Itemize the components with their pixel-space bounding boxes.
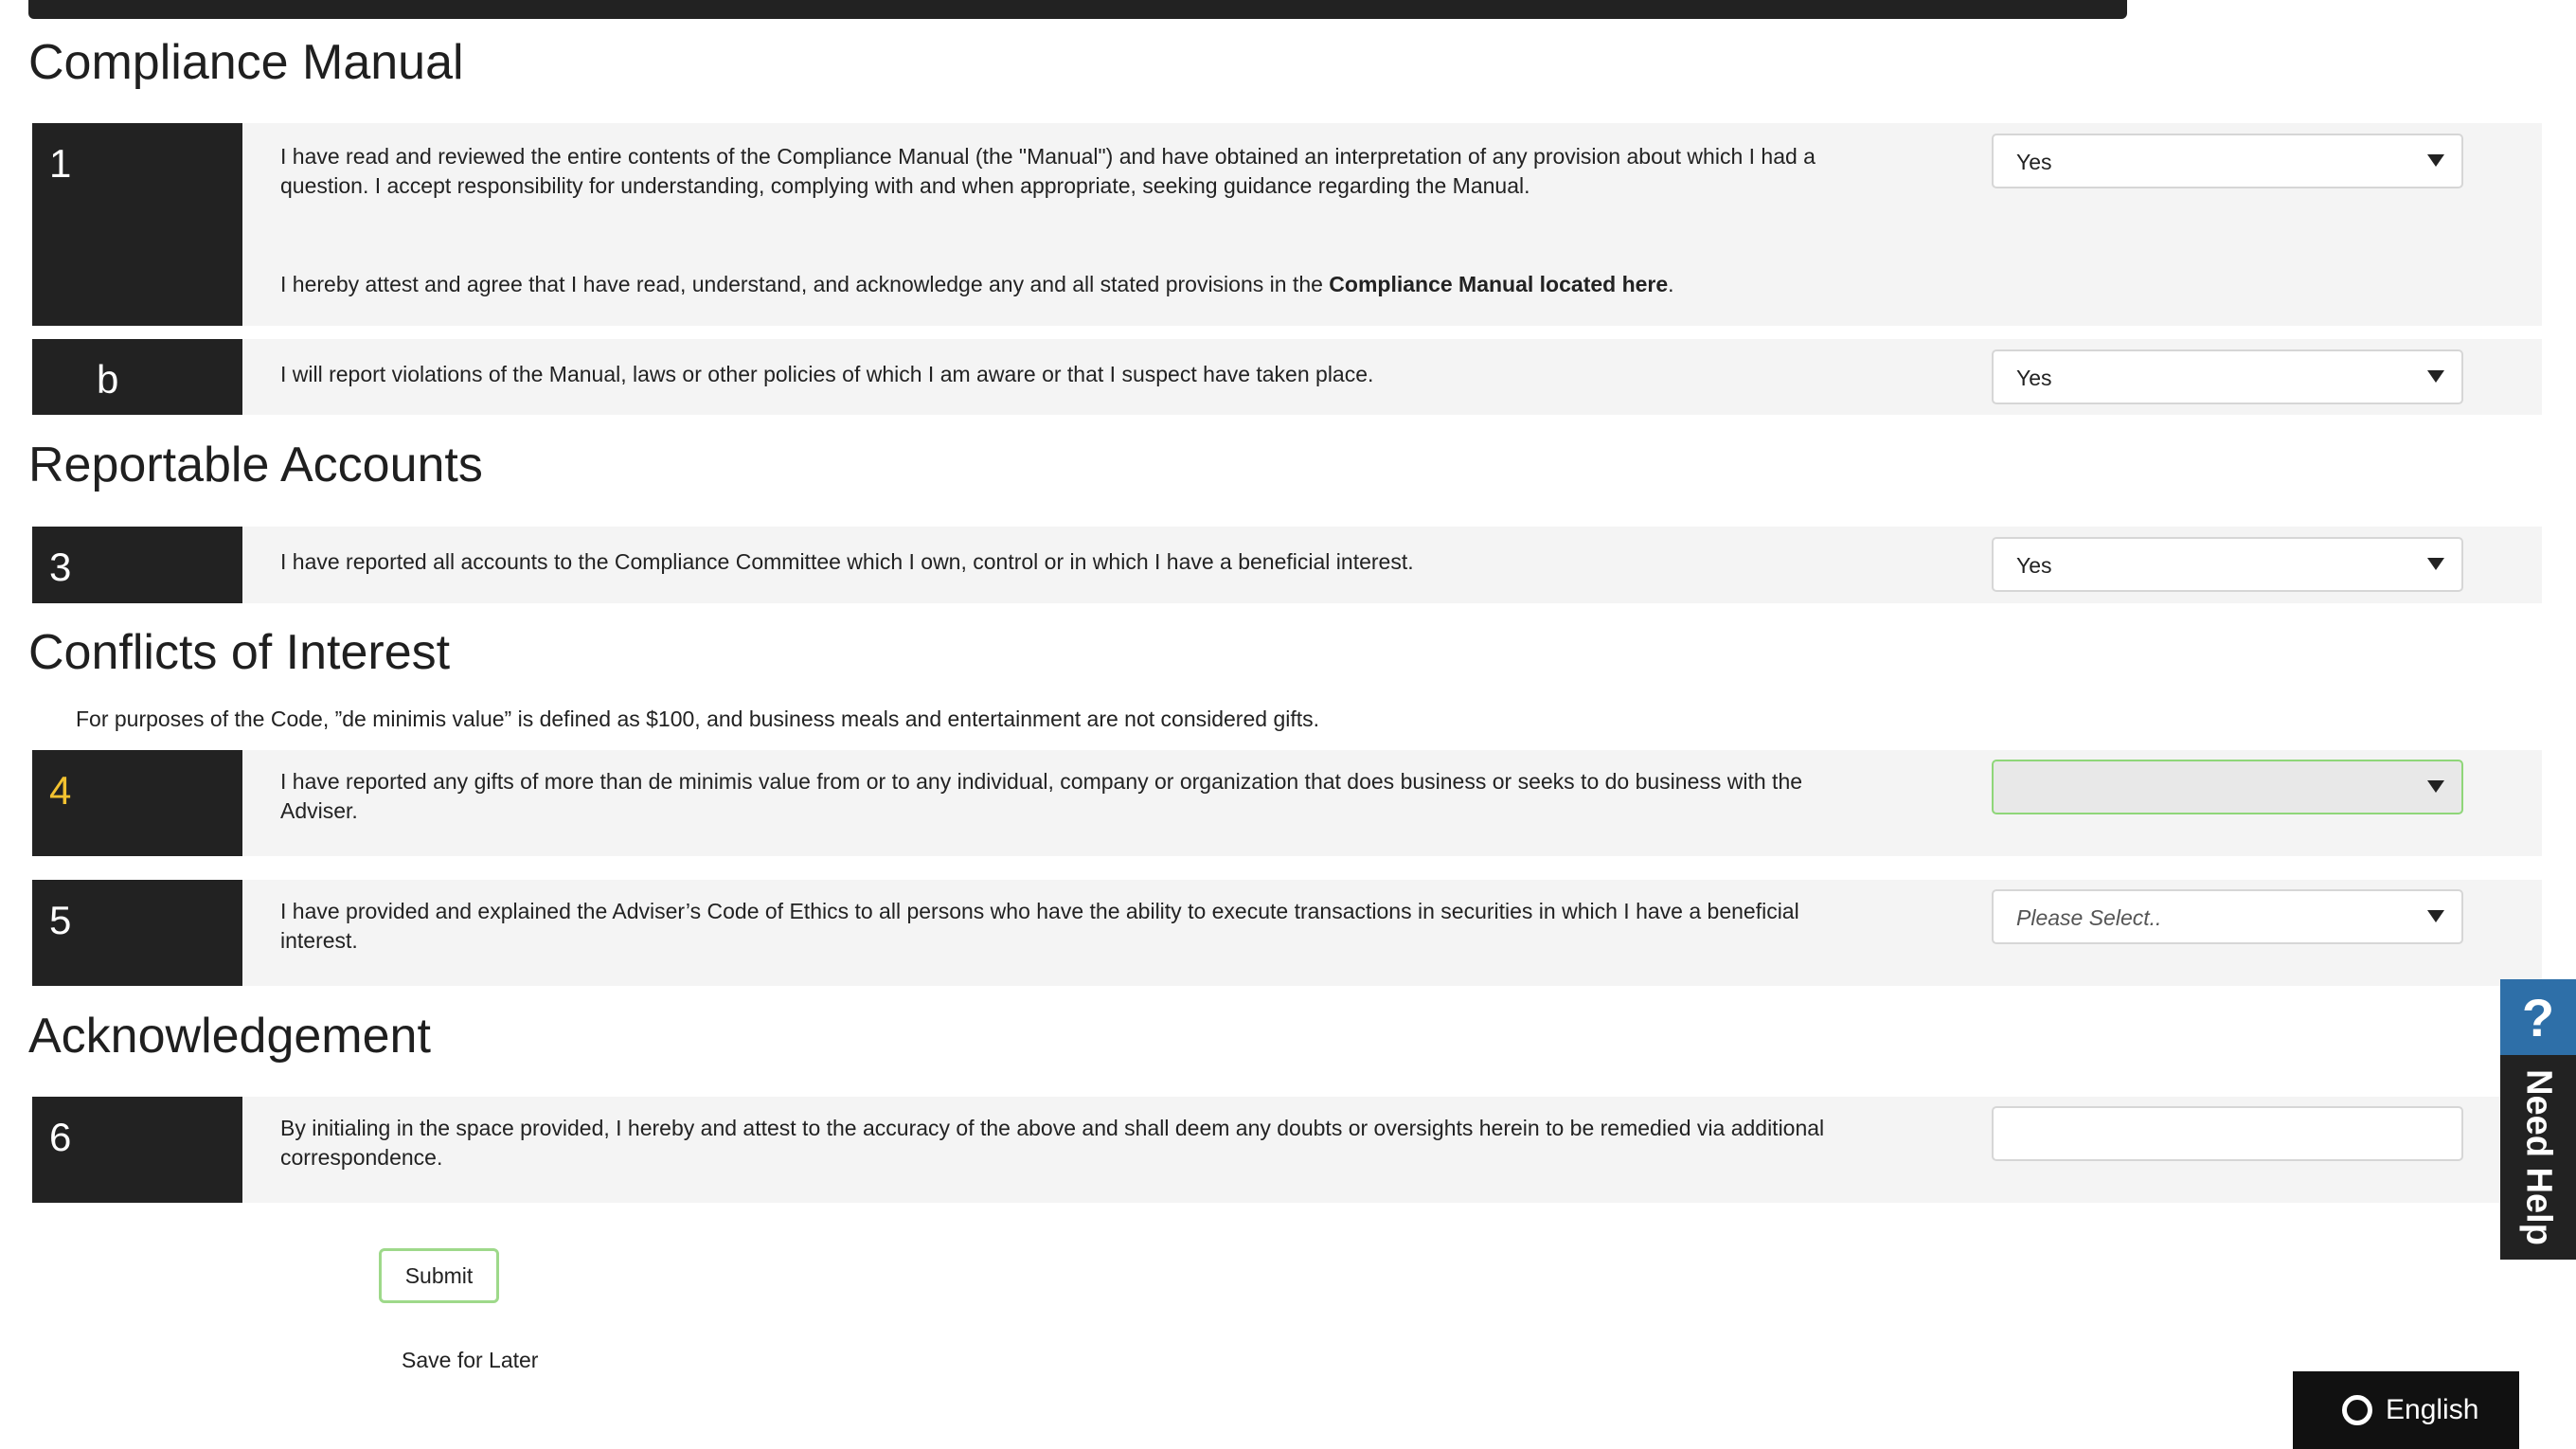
question-row-3: 3 I have reported all accounts to the Co… xyxy=(32,527,2542,603)
question-number: 5 xyxy=(32,880,242,986)
answer-select[interactable] xyxy=(1992,760,2463,814)
question-row-6: 6 By initialing in the space provided, I… xyxy=(32,1097,2542,1203)
question-mark-icon[interactable]: ? xyxy=(2500,979,2576,1055)
question-text: I have provided and explained the Advise… xyxy=(280,899,1799,953)
section-title-reportable-accounts: Reportable Accounts xyxy=(28,438,483,492)
need-help-tab[interactable]: Need Help xyxy=(2500,1055,2576,1260)
attestation-text: I hereby attest and agree that I have re… xyxy=(280,272,1674,296)
answer-select[interactable]: Yes xyxy=(1992,537,2463,592)
question-text: I have read and reviewed the entire cont… xyxy=(280,144,1816,198)
need-help-widget[interactable]: ? Need Help xyxy=(2500,979,2576,1260)
question-row-1: 1 I have read and reviewed the entire co… xyxy=(32,123,2542,326)
question-text: I have reported any gifts of more than d… xyxy=(280,769,1803,823)
chevron-down-icon xyxy=(2427,558,2444,570)
question-number: 6 xyxy=(32,1097,242,1203)
chevron-down-icon xyxy=(2427,154,2444,167)
question-text: By initialing in the space provided, I h… xyxy=(280,1116,1825,1170)
submit-button[interactable]: Submit xyxy=(379,1248,499,1303)
initials-input[interactable] xyxy=(1992,1106,2463,1161)
globe-ring-icon xyxy=(2342,1395,2372,1425)
question-number: 3 xyxy=(32,527,242,603)
answer-select[interactable]: Yes xyxy=(1992,349,2463,404)
language-button[interactable]: English xyxy=(2293,1371,2519,1449)
language-label: English xyxy=(2386,1394,2479,1425)
question-text: I will report violations of the Manual, … xyxy=(280,362,1374,386)
compliance-manual-link[interactable]: Compliance Manual located here xyxy=(1329,272,1668,296)
answer-select[interactable]: Please Select.. xyxy=(1992,889,2463,944)
chevron-down-icon xyxy=(2427,780,2444,793)
question-number: 1 xyxy=(32,123,242,326)
question-row-4: 4 I have reported any gifts of more than… xyxy=(32,750,2542,856)
answer-select[interactable]: Yes xyxy=(1992,134,2463,188)
conflicts-note: For purposes of the Code, ”de minimis va… xyxy=(76,707,1320,731)
chevron-down-icon xyxy=(2427,370,2444,383)
section-title-conflicts-of-interest: Conflicts of Interest xyxy=(28,625,451,680)
save-for-later-link[interactable]: Save for Later xyxy=(402,1348,538,1373)
question-row-b: b I will report violations of the Manual… xyxy=(32,339,2542,415)
question-text: I have reported all accounts to the Comp… xyxy=(280,549,1414,574)
section-title-compliance-manual: Compliance Manual xyxy=(28,35,464,90)
chevron-down-icon xyxy=(2427,910,2444,922)
question-row-5: 5 I have provided and explained the Advi… xyxy=(32,880,2542,986)
question-number: 4 xyxy=(32,750,242,856)
section-title-acknowledgement: Acknowledgement xyxy=(28,1009,431,1064)
question-number: b xyxy=(32,339,242,415)
top-bar xyxy=(28,0,2127,19)
